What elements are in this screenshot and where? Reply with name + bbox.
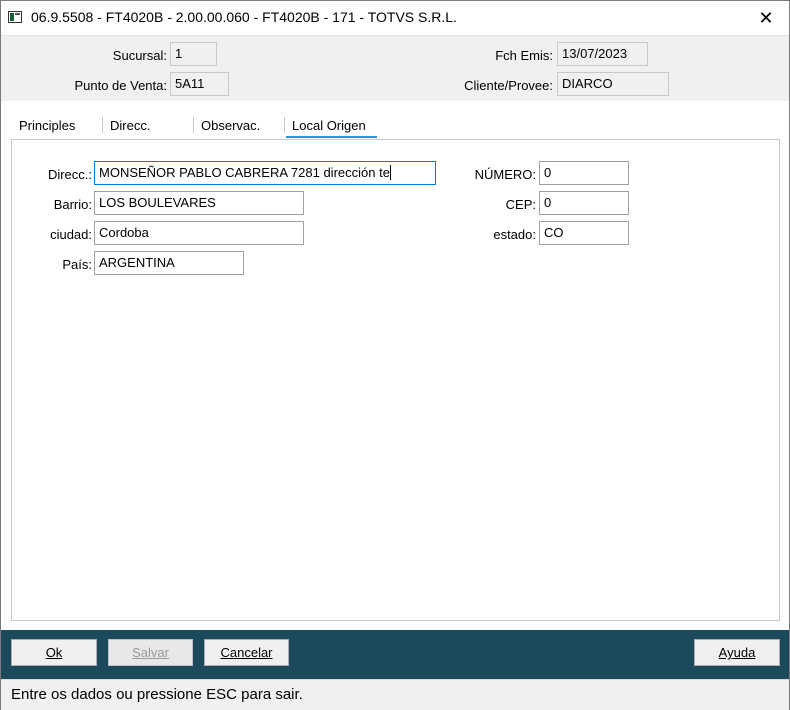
numero-input[interactable]: 0 — [539, 161, 629, 185]
status-message: Entre os dados ou pressione ESC para sai… — [11, 686, 303, 703]
cliente-field: DIARCO — [557, 72, 669, 96]
text-cursor — [389, 165, 391, 180]
button-bar: Ok Salvar Cancelar Ayuda — [1, 630, 789, 679]
close-button[interactable]: ✕ — [743, 1, 789, 35]
tab-direcc[interactable]: Direcc. — [110, 118, 150, 133]
pais-label: País: — [62, 257, 92, 272]
cep-input[interactable]: 0 — [539, 191, 629, 215]
sucursal-field: 1 — [170, 42, 217, 66]
barrio-label: Barrio: — [53, 197, 92, 212]
tab-local-origen[interactable]: Local Origen — [292, 118, 366, 133]
header-panel: Sucursal: 1 Punto de Venta: 5A11 Fch Emi… — [1, 35, 789, 102]
cancelar-button[interactable]: Cancelar — [204, 639, 289, 666]
fch-emis-label: Fch Emis: — [495, 48, 553, 63]
punto-venta-label: Punto de Venta: — [74, 78, 167, 93]
local-origen-panel: Direcc.: MONSEÑOR PABLO CABRERA 7281 dir… — [11, 139, 780, 621]
status-bar: Entre os dados ou pressione ESC para sai… — [1, 679, 789, 710]
ayuda-button[interactable]: Ayuda — [694, 639, 780, 666]
estado-input[interactable]: CO — [539, 221, 629, 245]
estado-label: estado: — [493, 227, 536, 242]
ciudad-label: ciudad: — [50, 227, 92, 242]
content-area: Direcc.: MONSEÑOR PABLO CABRERA 7281 dir… — [1, 138, 789, 630]
dialog-window: 06.9.5508 - FT4020B - 2.00.00.060 - FT40… — [0, 0, 790, 710]
tab-separator — [102, 117, 103, 133]
pais-input[interactable]: ARGENTINA — [94, 251, 244, 275]
punto-venta-field: 5A11 — [170, 72, 229, 96]
app-window-icon — [8, 11, 22, 23]
close-icon: ✕ — [758, 7, 774, 28]
direcc-input[interactable]: MONSEÑOR PABLO CABRERA 7281 dirección te — [94, 161, 436, 185]
cliente-label: Cliente/Provee: — [464, 78, 553, 93]
salvar-button[interactable]: Salvar — [108, 639, 193, 666]
tab-principles[interactable]: Principles — [19, 118, 75, 133]
ok-button[interactable]: Ok — [11, 639, 97, 666]
fch-emis-field: 13/07/2023 — [557, 42, 648, 66]
tab-observac[interactable]: Observac. — [201, 118, 260, 133]
tab-separator — [284, 117, 285, 133]
sucursal-label: Sucursal: — [112, 48, 167, 63]
title-bar[interactable]: 06.9.5508 - FT4020B - 2.00.00.060 - FT40… — [1, 1, 789, 35]
cep-label: CEP: — [505, 197, 536, 212]
tab-separator — [193, 117, 194, 133]
numero-label: NÚMERO: — [474, 167, 536, 182]
barrio-input[interactable]: LOS BOULEVARES — [94, 191, 304, 215]
direcc-label: Direcc.: — [47, 167, 92, 182]
ciudad-input[interactable]: Cordoba — [94, 221, 304, 245]
tab-bar: Principles Direcc. Observac. Local Orige… — [1, 101, 789, 141]
direcc-value: MONSEÑOR PABLO CABRERA 7281 dirección te — [99, 165, 390, 180]
window-title: 06.9.5508 - FT4020B - 2.00.00.060 - FT40… — [31, 9, 457, 25]
